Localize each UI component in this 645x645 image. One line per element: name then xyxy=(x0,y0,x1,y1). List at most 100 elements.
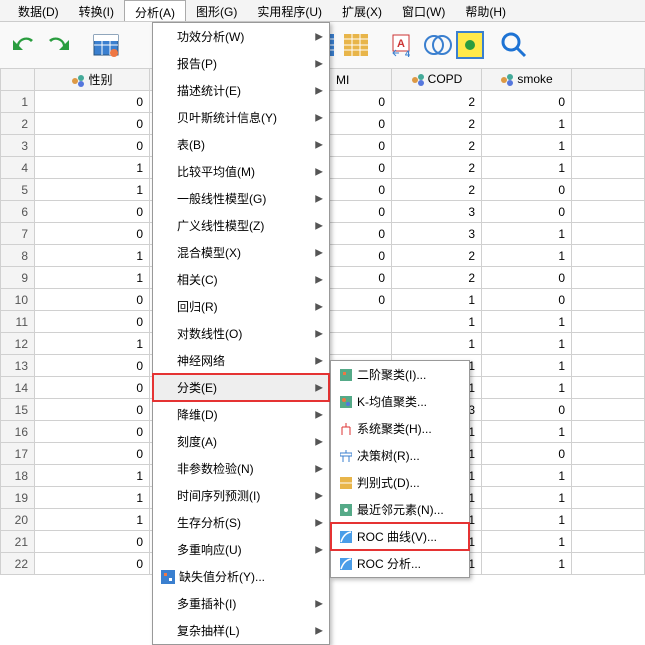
row-number[interactable]: 10 xyxy=(1,289,35,311)
cell-copd[interactable]: 2 xyxy=(392,113,482,135)
row-number[interactable]: 6 xyxy=(1,201,35,223)
menu-item-刻度a[interactable]: 刻度(A)▶ xyxy=(153,428,329,455)
cell-sex[interactable]: 1 xyxy=(35,333,150,355)
cell-smoke[interactable]: 1 xyxy=(482,531,572,553)
cell-bmi[interactable]: 0 xyxy=(330,223,392,245)
menu-item-描述统计e[interactable]: 描述统计(E)▶ xyxy=(153,77,329,104)
cell-sex[interactable]: 1 xyxy=(35,465,150,487)
row-number[interactable]: 18 xyxy=(1,465,35,487)
menu-window[interactable]: 窗口(W) xyxy=(392,0,455,21)
submenu-item-二阶聚类i[interactable]: 二阶聚类(I)... xyxy=(331,361,469,388)
row-number[interactable]: 21 xyxy=(1,531,35,553)
row-number[interactable]: 2 xyxy=(1,113,35,135)
cell-smoke[interactable]: 1 xyxy=(482,113,572,135)
col-header-smoke[interactable]: smoke xyxy=(482,69,572,91)
cell-last[interactable] xyxy=(572,201,645,223)
cell-sex[interactable]: 0 xyxy=(35,113,150,135)
row-number[interactable]: 17 xyxy=(1,443,35,465)
row-number[interactable]: 16 xyxy=(1,421,35,443)
menu-item-多重响应u[interactable]: 多重响应(U)▶ xyxy=(153,536,329,563)
cell-sex[interactable]: 0 xyxy=(35,399,150,421)
menu-graphs[interactable]: 图形(G) xyxy=(186,0,247,21)
menu-item-贝叶斯统计信息y[interactable]: 贝叶斯统计信息(Y)▶ xyxy=(153,104,329,131)
submenu-item-k均值聚类[interactable]: K-均值聚类... xyxy=(331,388,469,415)
cell-smoke[interactable]: 1 xyxy=(482,355,572,377)
cell-smoke[interactable]: 1 xyxy=(482,465,572,487)
venn-button[interactable] xyxy=(422,29,454,61)
menu-item-对数线性o[interactable]: 对数线性(O)▶ xyxy=(153,320,329,347)
cell-copd[interactable]: 1 xyxy=(392,333,482,355)
cell-smoke[interactable]: 1 xyxy=(482,223,572,245)
cell-sex[interactable]: 0 xyxy=(35,443,150,465)
submenu-item-最近邻元素n[interactable]: 最近邻元素(N)... xyxy=(331,496,469,523)
cell-sex[interactable]: 0 xyxy=(35,201,150,223)
menu-item-相关c[interactable]: 相关(C)▶ xyxy=(153,266,329,293)
cell-last[interactable] xyxy=(572,223,645,245)
cell-bmi[interactable]: 0 xyxy=(330,267,392,289)
menu-item-比较平均值m[interactable]: 比较平均值(M)▶ xyxy=(153,158,329,185)
cell-last[interactable] xyxy=(572,465,645,487)
cell-last[interactable] xyxy=(572,135,645,157)
cell-last[interactable] xyxy=(572,91,645,113)
col-header-copd[interactable]: COPD xyxy=(392,69,482,91)
cell-smoke[interactable]: 0 xyxy=(482,289,572,311)
menu-item-混合模型x[interactable]: 混合模型(X)▶ xyxy=(153,239,329,266)
cell-copd[interactable]: 1 xyxy=(392,289,482,311)
cell-sex[interactable]: 0 xyxy=(35,311,150,333)
row-number[interactable]: 9 xyxy=(1,267,35,289)
menu-item-缺失值分析y[interactable]: 缺失值分析(Y)... xyxy=(153,563,329,590)
menu-item-神经网络[interactable]: 神经网络▶ xyxy=(153,347,329,374)
label-button[interactable]: A4 xyxy=(388,29,420,61)
menu-help[interactable]: 帮助(H) xyxy=(455,0,516,21)
cell-smoke[interactable]: 1 xyxy=(482,509,572,531)
menu-item-非参数检验n[interactable]: 非参数检验(N)▶ xyxy=(153,455,329,482)
cell-bmi[interactable]: 0 xyxy=(330,135,392,157)
cell-sex[interactable]: 1 xyxy=(35,267,150,289)
cell-last[interactable] xyxy=(572,509,645,531)
cell-last[interactable] xyxy=(572,421,645,443)
cell-sex[interactable]: 1 xyxy=(35,487,150,509)
cell-smoke[interactable]: 1 xyxy=(482,553,572,575)
search-button[interactable] xyxy=(498,29,530,61)
cell-bmi[interactable]: 0 xyxy=(330,91,392,113)
menu-item-表b[interactable]: 表(B)▶ xyxy=(153,131,329,158)
highlight-button[interactable] xyxy=(456,31,484,59)
cell-last[interactable] xyxy=(572,289,645,311)
col-header-rownum[interactable] xyxy=(1,69,35,91)
row-number[interactable]: 1 xyxy=(1,91,35,113)
data-view-button[interactable] xyxy=(90,29,122,61)
cell-copd[interactable]: 2 xyxy=(392,91,482,113)
menu-item-降维d[interactable]: 降维(D)▶ xyxy=(153,401,329,428)
cell-last[interactable] xyxy=(572,157,645,179)
cell-copd[interactable]: 3 xyxy=(392,223,482,245)
cell-smoke[interactable]: 0 xyxy=(482,201,572,223)
cell-bmi[interactable] xyxy=(330,333,392,355)
row-number[interactable]: 12 xyxy=(1,333,35,355)
row-number[interactable]: 22 xyxy=(1,553,35,575)
cell-bmi[interactable]: 0 xyxy=(330,245,392,267)
row-number[interactable]: 3 xyxy=(1,135,35,157)
submenu-item-决策树r[interactable]: 决策树(R)... xyxy=(331,442,469,469)
cell-copd[interactable]: 3 xyxy=(392,201,482,223)
menu-extensions[interactable]: 扩展(X) xyxy=(332,0,392,21)
row-number[interactable]: 4 xyxy=(1,157,35,179)
menu-item-分类e[interactable]: 分类(E)▶ xyxy=(153,374,329,401)
cell-sex[interactable]: 0 xyxy=(35,421,150,443)
cell-smoke[interactable]: 0 xyxy=(482,267,572,289)
cell-smoke[interactable]: 1 xyxy=(482,333,572,355)
cell-bmi[interactable]: 0 xyxy=(330,157,392,179)
cell-smoke[interactable]: 1 xyxy=(482,311,572,333)
col-header-sex[interactable]: 性别 xyxy=(35,69,150,91)
cell-last[interactable] xyxy=(572,333,645,355)
cell-copd[interactable]: 2 xyxy=(392,135,482,157)
row-number[interactable]: 8 xyxy=(1,245,35,267)
menu-item-生存分析s[interactable]: 生存分析(S)▶ xyxy=(153,509,329,536)
grid-button-2[interactable] xyxy=(340,29,372,61)
row-number[interactable]: 7 xyxy=(1,223,35,245)
cell-last[interactable] xyxy=(572,245,645,267)
col-header-last[interactable] xyxy=(572,69,645,91)
col-header-bmi[interactable]: MI xyxy=(330,69,392,91)
cell-smoke[interactable]: 0 xyxy=(482,179,572,201)
cell-smoke[interactable]: 0 xyxy=(482,443,572,465)
cell-sex[interactable]: 0 xyxy=(35,289,150,311)
